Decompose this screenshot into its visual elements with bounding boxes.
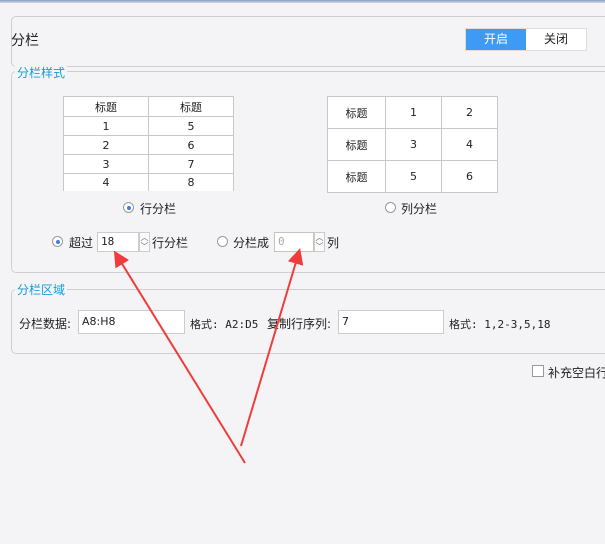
arrow-to-exceed-input	[113, 250, 246, 464]
annotation-arrows	[113, 248, 304, 464]
arrow-to-split-input	[240, 248, 304, 447]
